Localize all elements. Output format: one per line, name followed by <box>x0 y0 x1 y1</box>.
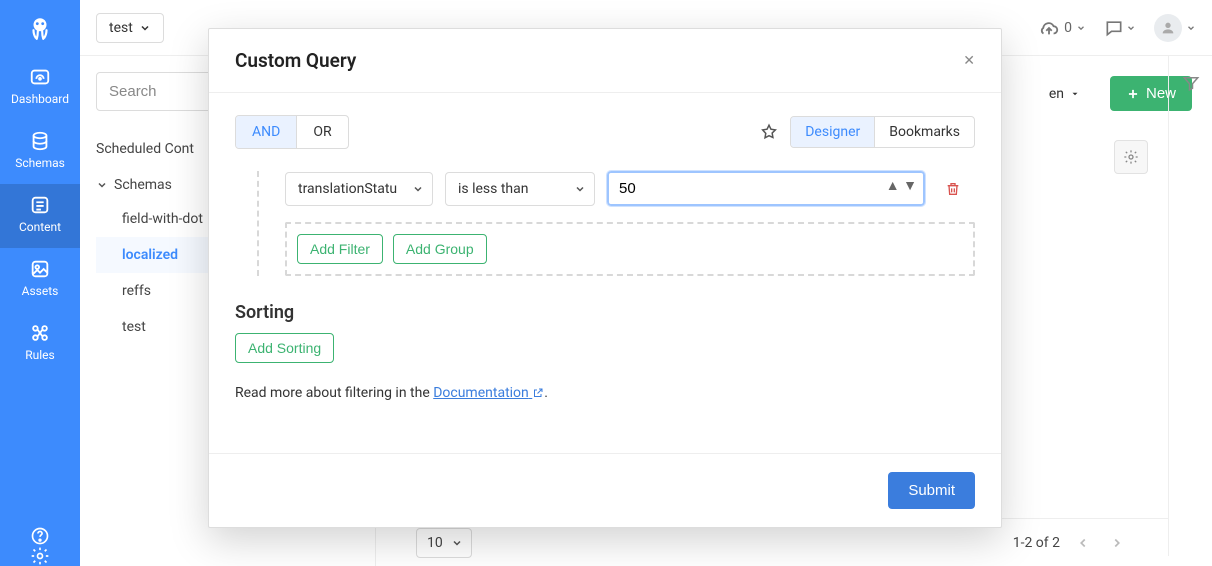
add-filter-group-row: Add Filter Add Group <box>285 222 975 276</box>
tab-bookmarks[interactable]: Bookmarks <box>875 117 974 147</box>
content-icon <box>29 194 51 216</box>
operator-value: is less than <box>458 181 529 197</box>
value-input-wrapper <box>607 171 925 206</box>
view-settings-button[interactable] <box>1114 140 1148 174</box>
add-sorting-button[interactable]: Add Sorting <box>235 333 334 363</box>
sidebar-footer <box>30 526 50 566</box>
stepper-down-icon[interactable]: ▼ <box>903 178 917 194</box>
sidebar-item-label: Schemas <box>15 156 65 170</box>
chat-icon[interactable] <box>1104 18 1136 38</box>
operator-selector[interactable]: is less than <box>445 172 595 206</box>
project-selector[interactable]: test <box>96 13 164 43</box>
sidebar-item-dashboard[interactable]: Dashboard <box>0 56 80 120</box>
view-tabs: Designer Bookmarks <box>790 116 975 148</box>
star-icon[interactable] <box>760 123 778 141</box>
stepper-up-icon[interactable]: ▲ <box>886 178 900 194</box>
sidebar-item-rules[interactable]: Rules <box>0 312 80 376</box>
page-size-value: 10 <box>427 535 443 551</box>
prev-page-button[interactable] <box>1072 532 1094 554</box>
app-logo[interactable] <box>0 0 80 56</box>
submit-button[interactable]: Submit <box>888 472 975 509</box>
rules-icon <box>29 322 51 344</box>
delete-filter-button[interactable] <box>945 181 961 197</box>
chevron-down-icon <box>412 183 424 195</box>
add-group-button[interactable]: Add Group <box>393 234 487 264</box>
filter-icon[interactable] <box>1182 74 1200 556</box>
chevron-down-icon <box>574 183 586 195</box>
gear-icon[interactable] <box>30 546 50 566</box>
user-menu[interactable] <box>1154 14 1196 42</box>
page-size-selector[interactable]: 10 <box>416 528 472 558</box>
value-input[interactable] <box>619 180 899 197</box>
upload-count: 0 <box>1064 20 1072 36</box>
modal-title: Custom Query <box>235 49 356 72</box>
custom-query-modal: Custom Query ✕ AND OR Designer Bookmarks… <box>208 28 1002 528</box>
gauge-icon <box>29 66 51 88</box>
sidebar-item-schemas[interactable]: Schemas <box>0 120 80 184</box>
schemas-group-label: Schemas <box>114 177 172 193</box>
or-option[interactable]: OR <box>297 116 347 148</box>
avatar <box>1154 14 1182 42</box>
help-icon[interactable] <box>30 526 50 546</box>
doc-prefix: Read more about filtering in the <box>235 385 433 401</box>
sidebar-item-content[interactable]: Content <box>0 184 80 248</box>
sidebar-item-label: Dashboard <box>11 92 69 106</box>
tab-designer[interactable]: Designer <box>791 117 875 147</box>
and-option[interactable]: AND <box>236 116 297 148</box>
language-selector[interactable]: en <box>1037 80 1092 108</box>
project-name: test <box>109 20 133 36</box>
field-selector[interactable]: translationStatu <box>285 172 433 206</box>
cloud-upload-icon[interactable]: 0 <box>1038 17 1086 39</box>
modal-header: Custom Query ✕ <box>209 29 1001 93</box>
chevron-down-icon <box>451 537 463 549</box>
assets-icon <box>29 258 51 280</box>
right-rail <box>1168 56 1212 556</box>
close-icon[interactable]: ✕ <box>963 53 975 69</box>
chevron-down-icon <box>96 179 108 191</box>
nav-sidebar: Dashboard Schemas Content Assets Rules <box>0 0 80 566</box>
sidebar-item-label: Assets <box>22 284 59 298</box>
language-label: en <box>1049 86 1064 102</box>
and-or-toggle: AND OR <box>235 115 349 149</box>
next-page-button[interactable] <box>1106 532 1128 554</box>
add-filter-button[interactable]: Add Filter <box>297 234 383 264</box>
sidebar-item-assets[interactable]: Assets <box>0 248 80 312</box>
documentation-hint: Read more about filtering in the Documen… <box>235 385 975 401</box>
field-value: translationStatu <box>298 181 402 197</box>
chevron-down-icon <box>139 22 151 34</box>
sidebar-item-label: Content <box>19 220 61 234</box>
modal-footer: Submit <box>209 453 1001 527</box>
documentation-link[interactable]: Documentation <box>433 385 544 401</box>
filter-condition-row: translationStatu is less than ▲ ▼ <box>285 171 975 222</box>
pagination-count: 1-2 of 2 <box>1013 535 1060 551</box>
sorting-heading: Sorting <box>235 302 975 323</box>
sidebar-item-label: Rules <box>25 348 54 362</box>
schemas-icon <box>29 130 51 152</box>
